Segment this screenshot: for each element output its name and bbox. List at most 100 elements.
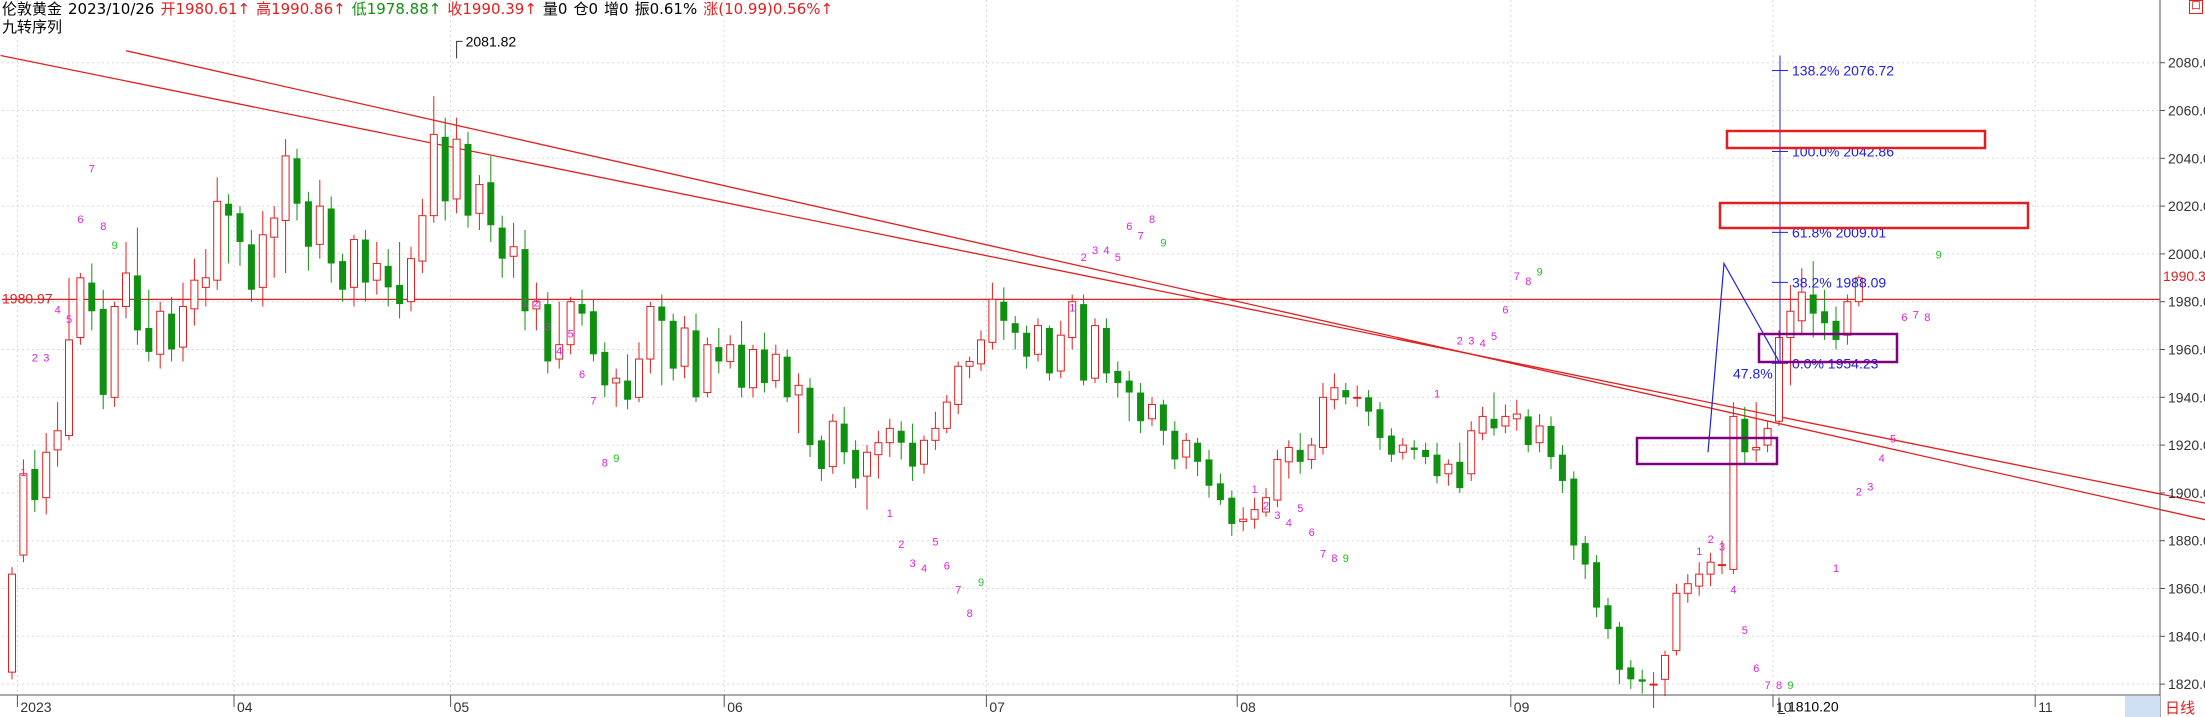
- candle-body: [1593, 562, 1601, 608]
- td-count-label: 8: [1924, 312, 1930, 324]
- y-tick-label: 1900.00: [2168, 485, 2205, 501]
- candle-body: [247, 244, 255, 290]
- candle-body: [327, 208, 335, 264]
- candle-body: [1273, 458, 1282, 501]
- candle-body: [909, 442, 917, 467]
- candle-body: [874, 442, 883, 456]
- candle-body: [1763, 427, 1772, 446]
- candle-body: [418, 215, 427, 262]
- candle-body: [1216, 483, 1224, 501]
- candle-body: [19, 473, 28, 556]
- open-price: 开1980.61↑: [160, 0, 251, 18]
- candle-body: [1056, 334, 1065, 372]
- candle-body: [1638, 679, 1646, 682]
- td-count-label: 9: [1537, 266, 1543, 278]
- td-count-label: 1: [1069, 302, 1075, 314]
- td-count-label: 6: [1309, 527, 1315, 539]
- td-count-label: 1: [522, 297, 528, 309]
- candle-body: [1490, 418, 1498, 429]
- candle-body: [612, 377, 621, 384]
- candle-body: [863, 451, 871, 477]
- period-label: 日线: [2165, 699, 2195, 717]
- current-price-label: 1990.39: [2163, 268, 2205, 284]
- increase: 增0: [604, 0, 629, 18]
- candle-body: [601, 351, 609, 386]
- volume: 量0: [542, 0, 568, 18]
- candle-body: [464, 143, 472, 216]
- candle-body: [897, 430, 905, 443]
- td-count-label: 6: [1901, 312, 1907, 324]
- candle-body: [145, 327, 153, 352]
- fib-retrace-label: 47.8%: [1733, 365, 1773, 381]
- candle-body: [65, 339, 73, 437]
- td-count-label: 1: [20, 467, 26, 479]
- candle-body: [703, 344, 712, 394]
- td-count-label: 2: [1856, 486, 1862, 498]
- y-tick-label: 2040.00: [2168, 150, 2205, 166]
- td-count-label: 3: [1468, 336, 1474, 348]
- y-tick-label: 1960.00: [2168, 342, 2205, 358]
- candle-body: [1661, 654, 1669, 680]
- candle-body: [1194, 442, 1202, 462]
- candle-body: [1627, 667, 1635, 680]
- td-count-label: 1: [1434, 388, 1440, 400]
- candle-body: [8, 573, 16, 673]
- td-count-label: 5: [66, 314, 72, 326]
- candle-body: [738, 344, 746, 388]
- candle-body: [441, 136, 449, 202]
- candle-body: [942, 401, 951, 429]
- candle-body: [852, 449, 860, 479]
- candle-body: [190, 279, 199, 310]
- td-count-label: 8: [1525, 276, 1531, 288]
- x-tick-label: 04: [237, 699, 253, 715]
- y-tick-label: 1880.00: [2168, 533, 2205, 549]
- td-count-label: 4: [1480, 338, 1486, 350]
- amplitude: 振0.61%: [634, 0, 698, 18]
- td-count-label: 4: [1103, 245, 1109, 257]
- td-count-label: 1: [887, 508, 893, 520]
- td-count-label: 5: [932, 536, 938, 548]
- candle-body: [885, 427, 894, 444]
- candle-body: [1570, 478, 1578, 546]
- candle-body: [749, 349, 757, 389]
- candle-body: [1239, 518, 1248, 523]
- change: 涨(10.99)0.56%↑: [703, 0, 834, 18]
- candlestick-chart[interactable]: 1980.971990.39 2081.821810.20 1234567891…: [0, 0, 2205, 717]
- td-count-label: 1: [1833, 563, 1839, 575]
- y-tick-label: 1920.00: [2168, 437, 2205, 453]
- support-line-label: 1980.97: [2, 290, 53, 306]
- candle-body: [88, 282, 96, 312]
- candle-body: [350, 239, 358, 288]
- candle-body: [1228, 497, 1236, 524]
- candles: 2081.82 1810.20: [8, 33, 1863, 715]
- candle-body: [1741, 418, 1749, 453]
- candle-body: [1319, 396, 1327, 448]
- td-count-label: 9: [1936, 250, 1942, 262]
- candle-body: [236, 213, 244, 242]
- extreme-high-label: 2081.82: [466, 33, 517, 49]
- candle-body: [1558, 454, 1566, 481]
- candle-body: [783, 356, 791, 398]
- y-tick-label: 1820.00: [2168, 676, 2205, 692]
- td-count-label: 9: [613, 453, 619, 465]
- td-count-label: 8: [602, 458, 608, 470]
- candle-body: [1843, 301, 1852, 336]
- candle-body: [452, 138, 461, 200]
- low-price: 低1978.88↑: [351, 0, 442, 18]
- candle-body: [669, 320, 677, 369]
- candle-body: [1775, 337, 1783, 422]
- candle-body: [1649, 683, 1658, 686]
- quote-date: 2023/10/26: [68, 0, 155, 18]
- candle-body: [304, 201, 312, 247]
- trendline: [0, 54, 2205, 504]
- candle-body: [361, 239, 369, 283]
- candle-body: [1023, 332, 1031, 357]
- td-count-label: 4: [1730, 584, 1736, 596]
- td-count-label: 7: [1138, 231, 1144, 243]
- candle-body: [1581, 543, 1589, 565]
- td-count-label: 6: [1502, 305, 1508, 317]
- candle-body: [1535, 425, 1544, 444]
- x-tick-label: 06: [727, 699, 743, 715]
- candle-body: [760, 349, 768, 383]
- td-count-label: 2: [1708, 534, 1714, 546]
